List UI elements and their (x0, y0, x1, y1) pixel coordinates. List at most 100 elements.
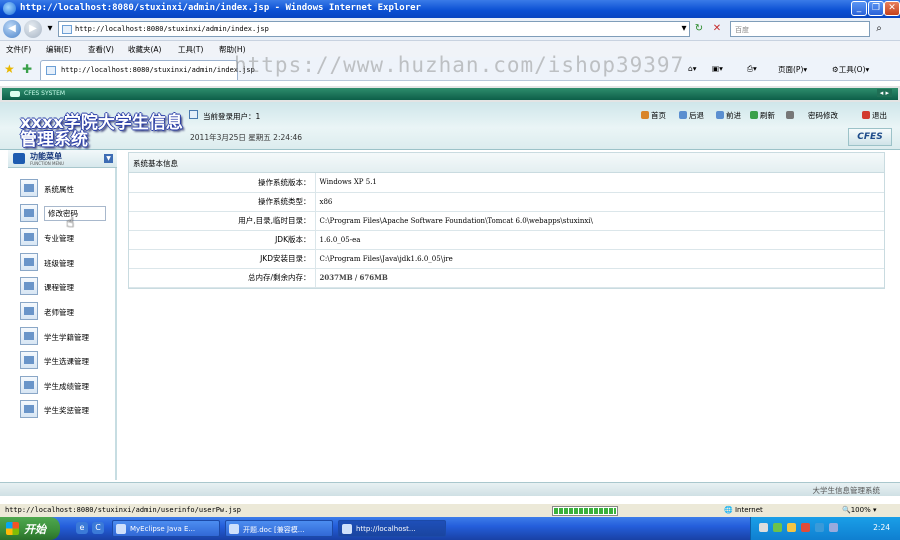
memory-free: 676MB (359, 273, 388, 282)
sidebar-item-grades[interactable]: 学生成绩管理 (20, 375, 112, 395)
system-info-panel: 系统基本信息 操作系统版本： Windows XP 5.1 操作系统类型： x86 … (128, 152, 885, 289)
table-row: 用户,目录,临时目录： C:\Program Files\Apache Softw… (129, 211, 884, 231)
menu-edit[interactable]: 编辑(E) (46, 44, 72, 55)
close-button[interactable]: ✕ (884, 1, 900, 16)
app-logo-icon (10, 91, 20, 97)
topnav-refresh[interactable]: 刷新 (750, 110, 775, 121)
sidebar: 功能菜单 FUNCTION MENU ▼ 系统属性 修改密码 专业管理 班级管理… (8, 150, 117, 480)
menu-file[interactable]: 文件(F) (6, 44, 31, 55)
security-zone[interactable]: 🌐 Internet (724, 506, 763, 514)
task-myeclipse[interactable]: MyEclipse Java E... (112, 520, 220, 537)
cfes-badge: CFES (848, 128, 892, 146)
home-icon[interactable]: ⌂▾ (688, 64, 697, 73)
sidebar-item-teachers[interactable]: 老师管理 (20, 301, 112, 321)
topnav-home-label: 首页 (651, 111, 666, 120)
app-footer: 大学生信息管理系统 (0, 482, 900, 496)
collapse-icon[interactable]: ▼ (104, 154, 113, 163)
app-strip-label: CFES SYSTEM (24, 90, 66, 97)
main-content: 系统基本信息 操作系统版本： Windows XP 5.1 操作系统类型： x86 … (128, 152, 888, 482)
zone-label: Internet (734, 506, 763, 514)
tray-update-icon[interactable] (829, 523, 838, 532)
menu-view[interactable]: 查看(V) (88, 44, 114, 55)
task-ie[interactable]: http://localhost... (338, 520, 446, 537)
quicklaunch-browser-icon[interactable]: C (92, 522, 104, 534)
topnav-change-password[interactable]: 密码修改 (786, 110, 838, 121)
row-value: C:\Program Files\Apache Software Foundat… (315, 211, 884, 231)
address-field[interactable]: http://localhost:8080/stuxinxi/admin/ind… (58, 21, 690, 37)
address-dropdown[interactable]: ▾ (677, 22, 691, 36)
ie-task-icon (342, 524, 352, 534)
maximize-button[interactable]: ❐ (868, 1, 884, 16)
tray-security-icon[interactable] (801, 523, 810, 532)
refresh-nav-icon (750, 111, 758, 119)
sidebar-item-system-properties[interactable]: 系统属性 (20, 178, 112, 198)
row-value: 2037MB / 676MB (315, 268, 884, 288)
window-titlebar[interactable]: http://localhost:8080/stuxinxi/admin/ind… (0, 0, 900, 18)
loading-progress (552, 506, 618, 516)
topnav-forward-label: 前进 (726, 111, 741, 120)
major-icon (20, 228, 38, 246)
quicklaunch-ie-icon[interactable]: e (76, 522, 88, 534)
task-label: http://localhost... (356, 525, 416, 533)
refresh-icon[interactable]: ↻ (692, 22, 706, 36)
sidebar-item-label: 班级管理 (44, 259, 74, 268)
search-icon[interactable]: ⌕ (872, 22, 886, 36)
sidebar-item-classes[interactable]: 班级管理 (20, 252, 112, 272)
current-datetime: 2011年3月25日 星期五 2:24:46 (190, 133, 303, 142)
key-nav-icon (786, 111, 794, 119)
sidebar-item-course-selection[interactable]: 学生选课管理 (20, 350, 112, 370)
start-label: 开始 (24, 523, 46, 536)
topnav-forward[interactable]: 前进 (716, 110, 741, 121)
feeds-icon[interactable]: ▣▾ (712, 64, 723, 73)
home-nav-icon (641, 111, 649, 119)
tab-current[interactable]: http://localhost:8080/stuxinxi/admin/ind… (40, 60, 255, 80)
address-toolbar: ◀ ▶ ▾ http://localhost:8080/stuxinxi/adm… (0, 18, 900, 41)
start-button[interactable]: 开始 (0, 517, 60, 540)
tray-network-icon[interactable] (773, 523, 782, 532)
memory-total: 2037MB (319, 273, 353, 282)
recent-pages-dropdown[interactable]: ▾ (43, 22, 57, 36)
menu-icon (13, 153, 25, 164)
topnav-back-label: 后退 (689, 111, 704, 120)
footer-text: 大学生信息管理系统 (812, 486, 881, 495)
search-placeholder: 百度 (735, 26, 749, 34)
sidebar-item-label: 系统属性 (44, 185, 74, 194)
print-icon[interactable]: ⎙▾ (747, 64, 757, 74)
row-key: 操作系统类型： (129, 192, 316, 212)
address-value: http://localhost:8080/stuxinxi/admin/ind… (75, 25, 269, 33)
task-word-doc[interactable]: 开题.doc [兼容模... (225, 520, 333, 537)
progress-fill (554, 508, 616, 514)
topnav-exit[interactable]: 退出 (862, 110, 887, 121)
menu-tools[interactable]: 工具(T) (178, 44, 203, 55)
clock: 2:24 (873, 523, 890, 532)
sidebar-item-student-records[interactable]: 学生学籍管理 (20, 326, 112, 346)
windows-logo-icon (6, 522, 19, 535)
sidebar-item-rewards[interactable]: 学生奖惩管理 (20, 399, 112, 419)
tray-keyboard-icon[interactable] (759, 523, 768, 532)
forward-button[interactable]: ▶ (24, 20, 42, 38)
system-icon (20, 179, 38, 197)
minimize-button[interactable]: _ (851, 1, 867, 16)
student-records-icon (20, 327, 38, 345)
tools-menu[interactable]: ⚙工具(O)▾ (832, 64, 869, 75)
add-favorite-icon[interactable]: ✚ (22, 62, 32, 76)
search-input[interactable]: 百度 (730, 21, 870, 37)
sidebar-item-courses[interactable]: 课程管理 (20, 276, 112, 296)
row-key: JKD安装目录： (129, 249, 316, 269)
strip-arrows-icon[interactable]: ◂ ▸ (876, 89, 892, 97)
row-key: 操作系统版本： (129, 173, 316, 193)
panel-header: 系统基本信息 (129, 153, 884, 173)
topnav-refresh-label: 刷新 (760, 111, 775, 120)
favorites-star-icon[interactable]: ★ (4, 62, 15, 76)
tray-qq-icon[interactable] (787, 523, 796, 532)
zoom-level[interactable]: 🔍100% ▾ (842, 506, 876, 514)
back-button[interactable]: ◀ (3, 20, 21, 38)
topnav-home[interactable]: 首页 (641, 110, 666, 121)
page-menu[interactable]: 页面(P)▾ (778, 64, 807, 75)
menu-favorites[interactable]: 收藏夹(A) (128, 44, 161, 55)
class-icon (20, 253, 38, 271)
rewards-icon (20, 400, 38, 418)
tray-volume-icon[interactable] (815, 523, 824, 532)
stop-icon[interactable]: ✕ (710, 22, 724, 36)
topnav-back[interactable]: 后退 (679, 110, 704, 121)
